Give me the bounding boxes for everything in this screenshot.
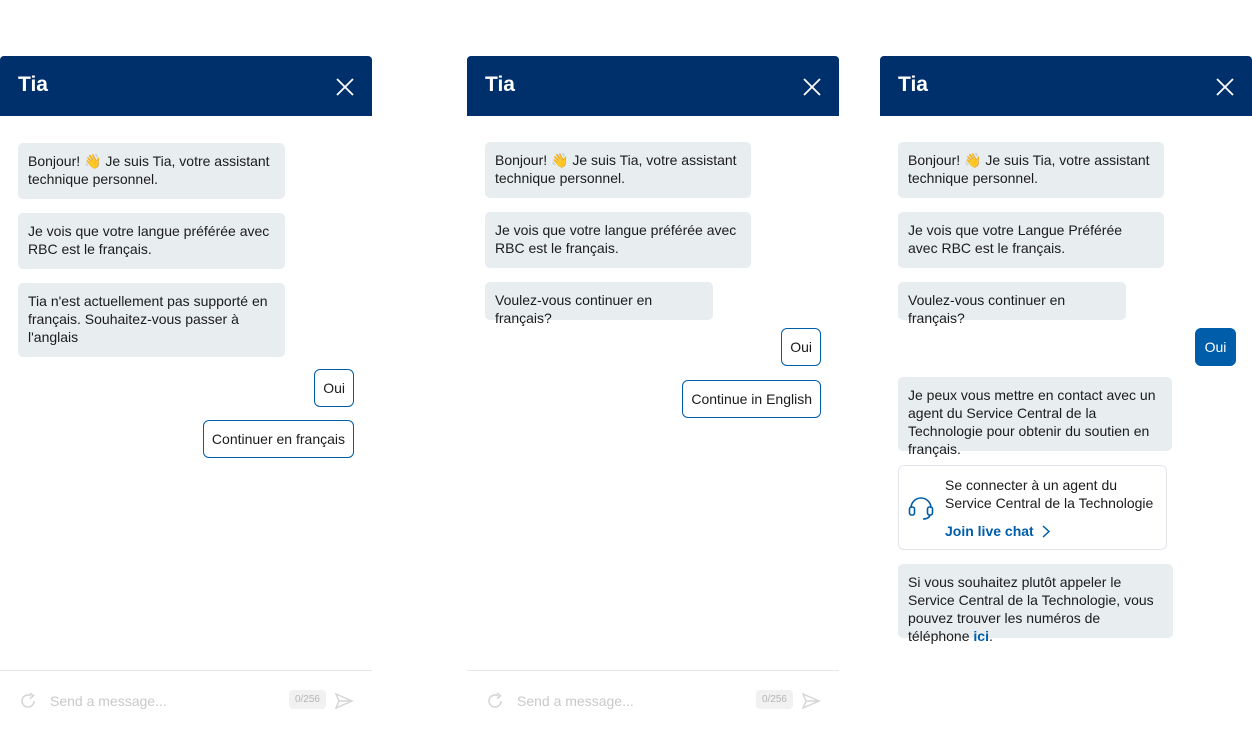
reply-oui-button[interactable]: Oui [781,328,821,366]
chat-title: Tia [898,73,928,96]
chat-header: Tia [467,56,839,116]
reply-oui-button[interactable]: Oui [1195,328,1236,366]
message-composer: Send a message... 0/256 [467,670,839,729]
char-counter: 0/256 [755,690,793,709]
message-composer: Send a message... 0/256 [0,670,372,729]
live-chat-card: Se connecter à un agent du Service Centr… [898,465,1167,550]
chat-panel-1: Tia Bonjour! 👋 Je suis Tia, votre assist… [0,56,372,728]
waving-hand-icon: 👋 [964,152,982,168]
bot-message: Je peux vous mettre en contact avec un a… [898,377,1172,457]
chat-panel-2: Tia Bonjour! 👋 Je suis Tia, votre assist… [467,56,839,728]
card-description: Se connecter à un agent du Service Centr… [945,477,1154,511]
bot-message: Bonjour! 👋 Je suis Tia, votre assistant … [18,143,285,199]
bot-message: Tia n'est actuellement pas supporté en f… [18,283,285,357]
bot-message: Je vois que votre Langue Préférée avec R… [898,212,1164,268]
reply-continuer-button[interactable]: Continuer en français [202,420,354,458]
close-icon[interactable] [334,76,356,98]
reply-continue-english-button[interactable]: Continue in English [682,380,821,418]
bot-message: Voulez-vous continuer en français? [898,282,1126,326]
send-icon[interactable] [801,691,821,711]
bot-message: Bonjour! 👋 Je suis Tia, votre assistant … [485,142,751,198]
join-live-chat-link[interactable]: Join live chat [945,523,1050,539]
waving-hand-icon: 👋 [84,153,102,169]
phone-numbers-link[interactable]: ici [973,628,989,644]
chevron-right-icon [1042,523,1050,539]
refresh-icon[interactable] [485,691,505,711]
close-icon[interactable] [801,76,823,98]
message-input[interactable]: Send a message... [50,693,167,709]
char-counter: 0/256 [288,690,326,709]
chat-title: Tia [18,73,48,96]
chat-header: Tia [0,56,372,116]
chat-title: Tia [485,73,515,96]
reply-oui-button[interactable]: Oui [314,369,354,407]
close-icon[interactable] [1214,76,1236,98]
chat-panel-3: Tia Bonjour! 👋 Je suis Tia, votre assist… [880,56,1252,728]
refresh-icon[interactable] [18,691,38,711]
bot-message: Je vois que votre langue préférée avec R… [485,212,751,268]
message-input[interactable]: Send a message... [517,693,634,709]
bot-message: Si vous souhaitez plutôt appeler le Serv… [898,564,1173,644]
chat-header: Tia [880,56,1252,116]
headset-icon [908,497,934,520]
send-icon[interactable] [334,691,354,711]
bot-message: Je vois que votre langue préférée avec R… [18,213,285,269]
waving-hand-icon: 👋 [551,152,569,168]
bot-message: Bonjour! 👋 Je suis Tia, votre assistant … [898,142,1164,198]
bot-message: Voulez-vous continuer en français? [485,282,713,326]
